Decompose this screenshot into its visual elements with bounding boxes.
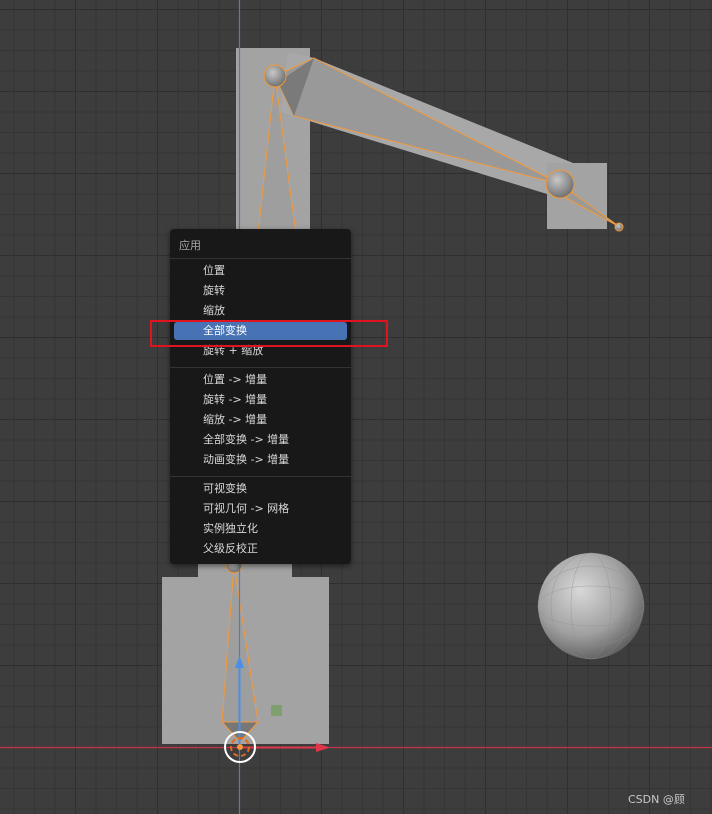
gizmo-xz-plane-handle[interactable] <box>271 705 282 716</box>
viewport-canvas[interactable] <box>0 0 712 814</box>
menu-item[interactable]: 动画变换 -> 增量 <box>174 451 347 469</box>
menu-item-label: 位置 <box>203 264 225 277</box>
menu-title: 应用 <box>179 239 201 252</box>
menu-item[interactable]: 位置 -> 增量 <box>174 371 347 389</box>
menu-item[interactable]: 缩放 -> 增量 <box>174 411 347 429</box>
menu-item-label: 动画变换 -> 增量 <box>203 453 290 466</box>
menu-item-label: 可视几何 -> 网格 <box>203 502 290 515</box>
menu-item-label: 旋转 <box>203 284 225 297</box>
gizmo-x-arrow-head[interactable] <box>316 743 330 752</box>
sphere-mesh[interactable] <box>538 553 644 659</box>
menu-item[interactable]: 可视变换 <box>174 480 347 498</box>
menu-divider <box>170 258 351 259</box>
watermark: CSDN @顾 <box>628 793 685 806</box>
joint-elbow[interactable] <box>545 169 575 199</box>
menu-item-label: 父级反校正 <box>203 542 258 555</box>
menu-divider <box>170 367 351 368</box>
menu-divider <box>170 476 351 477</box>
menu-item[interactable]: 全部变换 -> 增量 <box>174 431 347 449</box>
base-neck-mesh[interactable] <box>198 564 292 578</box>
3d-viewport[interactable] <box>0 0 712 814</box>
menu-item[interactable]: 实例独立化 <box>174 520 347 538</box>
joint-shoulder[interactable] <box>263 64 287 88</box>
menu-item-label: 缩放 -> 增量 <box>203 413 268 426</box>
joint-wrist-tip[interactable] <box>614 222 624 232</box>
menu-item-label: 位置 -> 增量 <box>203 373 268 386</box>
menu-item[interactable]: 旋转 <box>174 282 347 300</box>
menu-item[interactable]: 位置 <box>174 262 347 280</box>
menu-item[interactable]: 可视几何 -> 网格 <box>174 500 347 518</box>
bone-upper-arm[interactable] <box>274 57 561 185</box>
object-origin-dot <box>237 744 243 750</box>
apply-menu: 应用 位置 旋转 缩放 全部变换 旋转 + 缩放 位置 -> 增量 旋转 -> 增量 缩放 -… <box>170 229 351 564</box>
menu-item-label: 缩放 <box>203 304 225 317</box>
menu-item-label: 全部变换 -> 增量 <box>203 433 290 446</box>
menu-item[interactable]: 旋转 -> 增量 <box>174 391 347 409</box>
menu-item-label: 旋转 -> 增量 <box>203 393 268 406</box>
menu-item[interactable]: 父级反校正 <box>174 540 347 558</box>
menu-item-label: 实例独立化 <box>203 522 258 535</box>
menu-item-label: 可视变换 <box>203 482 247 495</box>
menu-item[interactable]: 缩放 <box>174 302 347 320</box>
highlight-annotation-box <box>150 320 388 347</box>
